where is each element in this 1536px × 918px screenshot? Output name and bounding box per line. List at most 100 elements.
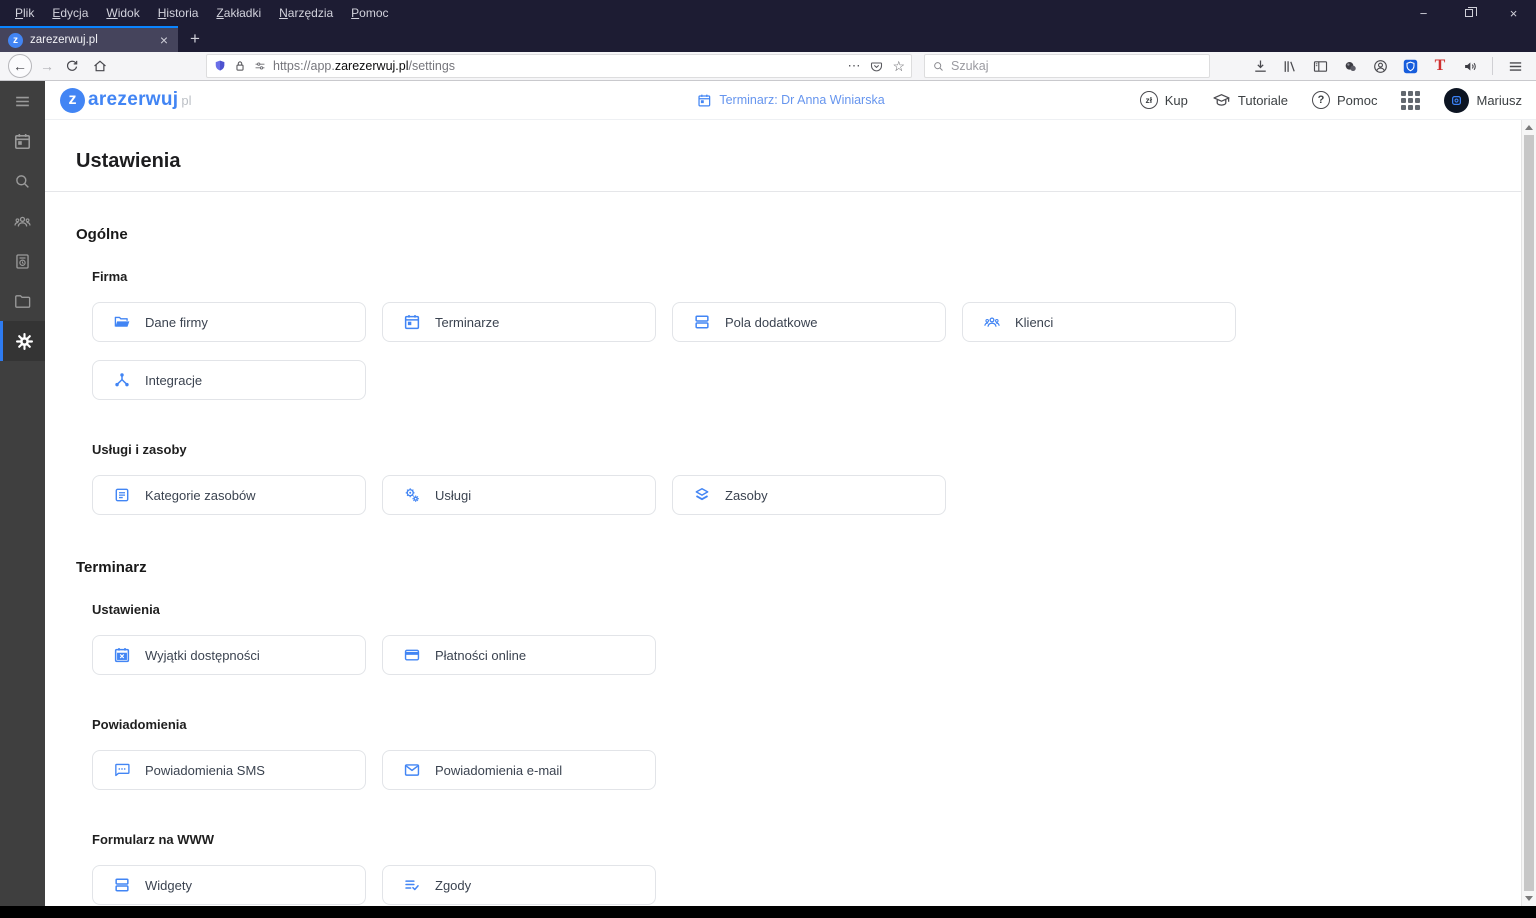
- apps-grid-icon[interactable]: [1401, 90, 1421, 110]
- permissions-icon[interactable]: [253, 59, 267, 73]
- close-button[interactable]: ×: [1491, 0, 1536, 26]
- restore-button[interactable]: [1446, 0, 1491, 26]
- menu-edycja[interactable]: Edycja: [43, 2, 97, 24]
- tracking-protection-shield-icon[interactable]: [213, 59, 227, 73]
- settings-card-powiadomienia-email[interactable]: Powiadomienia e-mail: [382, 750, 656, 790]
- lock-icon[interactable]: [233, 59, 247, 73]
- sidebar-item-invoices[interactable]: [0, 241, 45, 281]
- buy-button[interactable]: zł Kup: [1139, 91, 1188, 109]
- bitwarden-icon[interactable]: [1397, 54, 1423, 78]
- settings-page: Ustawienia Ogólne Firma Dane firmy Termi…: [45, 120, 1536, 906]
- menu-historia[interactable]: Historia: [149, 2, 208, 24]
- library-icon[interactable]: [1277, 54, 1303, 78]
- calendar-icon: [696, 93, 711, 108]
- sidebar-item-settings[interactable]: [0, 321, 45, 361]
- search-bar[interactable]: [924, 54, 1210, 78]
- settings-card-widgety[interactable]: Widgety: [92, 865, 366, 905]
- menu-pomoc[interactable]: Pomoc: [342, 2, 397, 24]
- group-uslugi-i-zasoby: Usługi i zasoby Kategorie zasobów Usługi: [92, 442, 1506, 515]
- tab-zarezerwuj[interactable]: z zarezerwuj.pl ×: [0, 26, 178, 52]
- user-menu[interactable]: Mariusz: [1444, 87, 1522, 113]
- toolbar-icons: T: [1247, 54, 1528, 78]
- group-ustawienia: Ustawienia Wyjątki dostępności Płatności…: [92, 602, 1506, 675]
- settings-card-klienci[interactable]: Klienci: [962, 302, 1236, 342]
- page-scrollbar[interactable]: [1521, 120, 1536, 906]
- pocket-icon[interactable]: [869, 59, 884, 74]
- t-extension-icon[interactable]: T: [1427, 54, 1453, 78]
- settings-card-terminarze[interactable]: Terminarze: [382, 302, 656, 342]
- menu-widok[interactable]: Widok: [97, 2, 148, 24]
- settings-card-platnosci-online[interactable]: Płatności online: [382, 635, 656, 675]
- bookmark-star-icon[interactable]: ☆: [892, 58, 905, 75]
- firefox-menu-icon[interactable]: [1502, 54, 1528, 78]
- sidebar-item-clients[interactable]: [0, 201, 45, 241]
- menu-narzedzia[interactable]: Narzędzia: [270, 2, 342, 24]
- clients-icon: [13, 212, 32, 231]
- url-text[interactable]: https://app.zarezerwuj.pl/settings: [273, 59, 841, 73]
- settings-card-zgody[interactable]: Zgody: [382, 865, 656, 905]
- card-label: Kategorie zasobów: [145, 487, 256, 503]
- search-input[interactable]: [951, 59, 1202, 73]
- search-icon: [13, 172, 32, 191]
- page-actions-icon[interactable]: ⋯: [847, 58, 861, 74]
- settings-card-powiadomienia-sms[interactable]: Powiadomienia SMS: [92, 750, 366, 790]
- gears-icon: [403, 486, 421, 504]
- menu-zakladki[interactable]: Zakładki: [207, 2, 270, 24]
- extension-ball-icon[interactable]: [1337, 54, 1363, 78]
- settings-card-zasoby[interactable]: Zasoby: [672, 475, 946, 515]
- account-icon[interactable]: [1367, 54, 1393, 78]
- sidebar-item-calendar[interactable]: [0, 121, 45, 161]
- url-path: /settings: [408, 59, 456, 73]
- card-label: Powiadomienia SMS: [145, 762, 265, 778]
- scroll-up-icon[interactable]: [1525, 125, 1533, 130]
- app-logo[interactable]: z arezerwuj pl: [60, 87, 191, 113]
- browser-window: Plik Edycja Widok Historia Zakładki Narz…: [0, 0, 1536, 918]
- url-bar[interactable]: https://app.zarezerwuj.pl/settings ⋯ ☆: [206, 54, 912, 78]
- speaker-icon[interactable]: [1457, 54, 1483, 78]
- minimize-button[interactable]: −: [1401, 0, 1446, 26]
- menu-plik[interactable]: Plik: [6, 2, 43, 24]
- schedule-banner[interactable]: Terminarz: Dr Anna Winiarska: [696, 93, 885, 108]
- settings-card-integracje[interactable]: Integracje: [92, 360, 366, 400]
- integration-hub-icon: [113, 371, 131, 389]
- help-button[interactable]: ? Pomoc: [1312, 91, 1377, 109]
- title-divider: [45, 191, 1536, 192]
- sidebar-item-menu[interactable]: [0, 81, 45, 121]
- url-prefix: https://app.: [273, 59, 335, 73]
- reload-button[interactable]: [61, 55, 83, 77]
- window-controls: − ×: [1401, 0, 1536, 26]
- settings-card-wyjatki-dostepnosci[interactable]: Wyjątki dostępności: [92, 635, 366, 675]
- settings-card-kategorie-zasobow[interactable]: Kategorie zasobów: [92, 475, 366, 515]
- sidebar-toggle-icon[interactable]: [1307, 54, 1333, 78]
- tab-close-icon[interactable]: ×: [158, 32, 170, 48]
- downloads-icon[interactable]: [1247, 54, 1273, 78]
- folder-icon: [13, 292, 32, 311]
- scrollbar-thumb[interactable]: [1524, 135, 1534, 891]
- rows-icon: [693, 313, 711, 331]
- tutorials-label: Tutoriale: [1237, 92, 1289, 108]
- sidebar-item-search[interactable]: [0, 161, 45, 201]
- settings-card-uslugi[interactable]: Usługi: [382, 475, 656, 515]
- buy-label: Kup: [1164, 92, 1188, 108]
- tab-title: zarezerwuj.pl: [30, 34, 98, 46]
- card-label: Terminarze: [435, 314, 500, 330]
- settings-card-dane-firmy[interactable]: Dane firmy: [92, 302, 366, 342]
- card-label: Usługi: [435, 487, 472, 503]
- new-tab-button[interactable]: +: [178, 26, 212, 52]
- settings-card-pola-dodatkowe[interactable]: Pola dodatkowe: [672, 302, 946, 342]
- credit-card-icon: [403, 646, 421, 664]
- url-domain: zarezerwuj.pl: [334, 59, 409, 73]
- card-label: Pola dodatkowe: [725, 314, 818, 330]
- scroll-down-icon[interactable]: [1525, 896, 1533, 901]
- section-terminarz: Terminarz Ustawienia Wyjątki dostępności…: [76, 559, 1506, 905]
- back-button[interactable]: ←: [8, 54, 32, 78]
- forward-button[interactable]: →: [36, 58, 58, 74]
- home-button[interactable]: [89, 55, 111, 77]
- gear-icon: [15, 332, 34, 351]
- app-header: z arezerwuj pl Terminarz: Dr Anna Winiar…: [45, 81, 1536, 120]
- card-label: Zgody: [435, 877, 472, 893]
- sidebar-item-files[interactable]: [0, 281, 45, 321]
- card-label: Płatności online: [435, 647, 527, 663]
- list-document-icon: [113, 486, 131, 504]
- tutorials-button[interactable]: Tutoriale: [1212, 91, 1288, 110]
